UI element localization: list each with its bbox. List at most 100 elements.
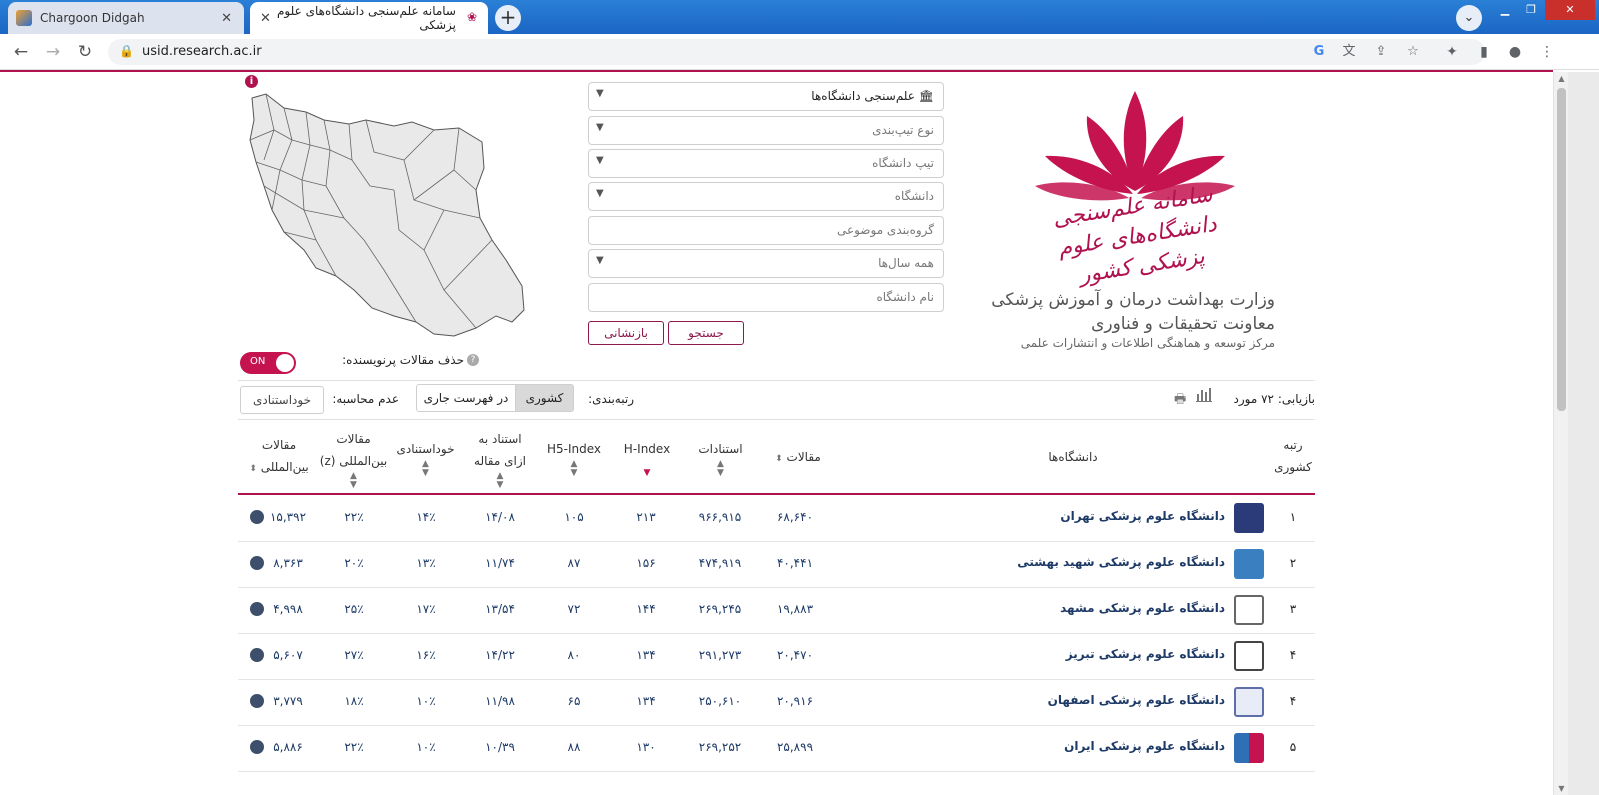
hindex-cell: ۱۴۴ <box>636 602 656 616</box>
scroll-up-icon[interactable]: ▲ <box>1556 74 1567 83</box>
browser-tab-strip: Chargoon Didgah ✕ ❀ سامانه علم‌سنجی دانش… <box>0 0 1599 34</box>
scrollbar-thumb[interactable] <box>1557 88 1566 411</box>
tab-usid[interactable]: ❀ سامانه علم‌سنجی دانشگاه‌های علوم پزشکی… <box>250 2 488 34</box>
years-select[interactable]: همه سال‌ها ▼ <box>588 249 944 278</box>
articles-cell: ۱۹,۸۸۳ <box>776 602 814 616</box>
reload-icon[interactable]: ↻ <box>74 41 96 63</box>
sidepanel-icon[interactable]: ▮ <box>1473 41 1495 63</box>
globe-icon[interactable] <box>250 510 264 524</box>
col-h5index[interactable]: H5-Index ▲ ▼ <box>543 438 605 478</box>
subject-group-input[interactable]: گروه‌بندی موضوعی <box>588 216 944 245</box>
help-icon[interactable]: ? <box>467 354 479 366</box>
table-row[interactable]: ۲ دانشگاه علوم پزشکی شهید بهشتی ۴۰,۴۴۱ ۴… <box>238 542 1315 588</box>
share-icon[interactable]: ⇪ <box>1372 43 1390 61</box>
col-self-citation[interactable]: خوداستنادی ▲ ▼ <box>388 438 463 478</box>
exclude-multi-author-toggle[interactable]: ON <box>240 352 296 374</box>
cpa-cell: ۱۴/۲۲ <box>485 648 515 662</box>
classification-type-select[interactable]: نوع تیپ‌بندی ▼ <box>588 116 944 145</box>
google-icon[interactable]: G <box>1310 43 1328 61</box>
toggle-state: ON <box>250 356 266 367</box>
profile-icon[interactable]: ● <box>1504 41 1526 63</box>
system-select[interactable]: 🏛 علم‌سنجی دانشگاه‌ها ▼ <box>588 82 944 111</box>
col-intl-articles-z[interactable]: مقالات بین‌المللی (z) ▲ ▼ <box>316 428 391 490</box>
extensions-icon[interactable]: ✦ <box>1441 41 1463 63</box>
cpa-cell: ۱۱/۷۴ <box>485 556 515 570</box>
h5index-cell: ۸۷ <box>567 556 581 570</box>
hindex-cell: ۱۳۰ <box>636 740 656 754</box>
self-citation-cell: ۱۳٪ <box>416 556 436 570</box>
col-hindex[interactable]: H-Index ▼ <box>616 438 678 478</box>
globe-icon[interactable] <box>250 740 264 754</box>
minimize-icon[interactable]: ▁ <box>1493 0 1517 20</box>
rank-cell: ۴ <box>1289 694 1297 708</box>
table-row[interactable]: ۴ دانشگاه علوم پزشکی تبریز ۲۰,۴۷۰ ۲۹۱,۲۷… <box>238 634 1315 680</box>
chart-icon[interactable] <box>1196 388 1212 402</box>
lock-icon: 🔒 <box>119 44 134 58</box>
chevron-down-icon: ▼ <box>596 122 604 133</box>
university-name-link[interactable]: دانشگاه علوم پزشکی شهید بهشتی <box>1017 555 1225 569</box>
col-citations-per-article[interactable]: استناد به ازای مقاله ▲ ▼ <box>470 428 530 490</box>
intl-z-cell: ۲۰٪ <box>344 556 364 570</box>
print-icon[interactable]: 🖶 <box>1174 390 1186 412</box>
university-select[interactable]: دانشگاه ▼ <box>588 182 944 211</box>
sort-icon: ▲ ▼ <box>717 459 724 478</box>
table-row[interactable]: ۴ دانشگاه علوم پزشکی اصفهان ۲۰,۹۱۶ ۲۵۰,۶… <box>238 680 1315 726</box>
table-row[interactable]: ۵ دانشگاه علوم پزشکی ایران ۲۵,۸۹۹ ۲۶۹,۲۵… <box>238 726 1315 772</box>
university-name-link[interactable]: دانشگاه علوم پزشکی اصفهان <box>1048 693 1225 707</box>
scroll-down-icon[interactable]: ▼ <box>1556 784 1567 793</box>
globe-icon[interactable] <box>250 556 264 570</box>
articles-cell: ۲۰,۴۷۰ <box>776 648 814 662</box>
results-count: بازیابی: ۷۲ مورد <box>1233 392 1315 406</box>
chargoon-favicon-icon <box>16 10 32 26</box>
menu-icon[interactable]: ⋮ <box>1536 41 1558 63</box>
classification-type-value: نوع تیپ‌بندی <box>872 123 934 137</box>
exclude-multi-author-row: ? حذف مقالات پرنویسنده: <box>342 353 479 367</box>
self-citation-cell: ۱۶٪ <box>416 648 436 662</box>
university-name-link[interactable]: دانشگاه علوم پزشکی تهران <box>1060 509 1225 523</box>
intl-z-cell: ۲۷٪ <box>344 648 364 662</box>
globe-icon[interactable] <box>250 648 264 662</box>
new-tab-icon[interactable]: + <box>495 5 521 31</box>
address-bar[interactable]: 🔒 usid.research.ac.ir G 文 ⇪ ☆ <box>108 39 1485 65</box>
university-name-input[interactable]: نام دانشگاه <box>588 283 944 312</box>
window-close-icon[interactable]: ✕ <box>1545 0 1595 20</box>
header-accent-line <box>0 70 1553 72</box>
self-citation-cell: ۱۴٪ <box>416 510 436 524</box>
page-scrollbar[interactable]: ▲ ▼ <box>1553 72 1569 795</box>
tab-search-icon[interactable]: ⌄ <box>1456 5 1482 31</box>
col-citations[interactable]: استنادات ▲ ▼ <box>688 438 753 478</box>
university-name-link[interactable]: دانشگاه علوم پزشکی ایران <box>1064 739 1225 753</box>
close-tab-icon[interactable]: ✕ <box>260 11 271 26</box>
reset-button[interactable]: بازنشانی <box>588 321 664 345</box>
col-articles[interactable]: مقالات ⬍ <box>768 446 828 470</box>
university-logo-icon <box>1234 503 1264 533</box>
table-row[interactable]: ۱ دانشگاه علوم پزشکی تهران ۶۸,۶۴۰ ۹۶۶,۹۱… <box>238 496 1315 542</box>
tab-chargoon[interactable]: Chargoon Didgah ✕ <box>8 2 244 34</box>
intl-cell: ۱۵,۳۹۲ <box>269 510 307 524</box>
university-name-link[interactable]: دانشگاه علوم پزشکی مشهد <box>1060 601 1225 615</box>
restore-icon[interactable]: ❐ <box>1519 0 1543 20</box>
iran-provinces-map[interactable] <box>244 90 529 345</box>
search-button[interactable]: جستجو <box>668 321 744 345</box>
university-logo-icon <box>1234 595 1264 625</box>
star-icon[interactable]: ☆ <box>1404 43 1422 61</box>
info-icon[interactable]: i <box>245 75 258 88</box>
back-icon[interactable]: ← <box>10 41 32 63</box>
table-row[interactable]: ۳ دانشگاه علوم پزشکی مشهد ۱۹,۸۸۳ ۲۶۹,۲۴۵… <box>238 588 1315 634</box>
chevron-down-icon: ▼ <box>596 188 604 199</box>
intl-cell: ۸,۳۶۳ <box>273 556 303 570</box>
university-name-link[interactable]: دانشگاه علوم پزشکی تبریز <box>1066 647 1225 661</box>
ranking-national-button[interactable]: کشوری <box>515 384 574 412</box>
translate-icon[interactable]: 文 <box>1340 43 1358 61</box>
university-type-select[interactable]: تیپ دانشگاه ▼ <box>588 149 944 178</box>
globe-icon[interactable] <box>250 602 264 616</box>
globe-icon[interactable] <box>250 694 264 708</box>
forward-icon[interactable]: → <box>42 41 64 63</box>
intl-cell: ۵,۶۰۷ <box>273 648 303 662</box>
self-citation-button[interactable]: خوداستنادی <box>240 386 324 414</box>
citations-cell: ۲۶۹,۲۵۲ <box>698 740 742 754</box>
ranking-current-list-button[interactable]: در فهرست جاری <box>416 384 516 412</box>
self-citation-cell: ۱۷٪ <box>416 602 436 616</box>
close-tab-icon[interactable]: ✕ <box>221 11 232 26</box>
col-intl-articles[interactable]: مقالات بین‌المللی ⬍ <box>243 434 315 480</box>
